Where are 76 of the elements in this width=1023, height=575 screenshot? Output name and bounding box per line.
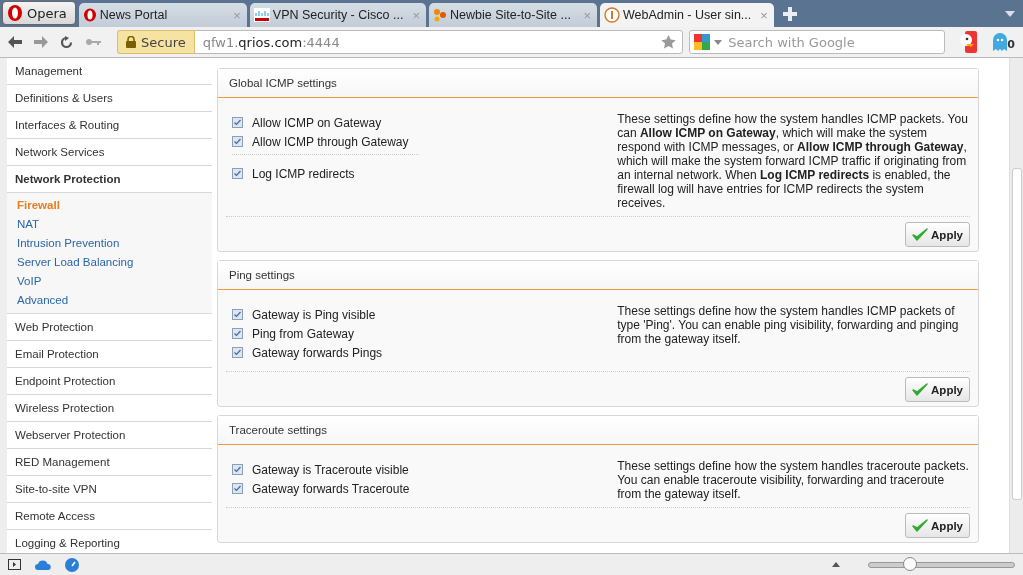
checkbox[interactable]	[232, 328, 243, 339]
checkbox[interactable]	[232, 168, 243, 179]
ghost-extension-icon[interactable]	[993, 33, 1008, 51]
checkbox[interactable]	[232, 136, 243, 147]
speed-dial-icon[interactable]	[65, 557, 79, 572]
browser-tab[interactable]: Newbie Site-to-Site ... ×	[429, 3, 597, 27]
option-label: Gateway forwards Pings	[252, 345, 383, 360]
sidebar-item[interactable]: RED Management	[7, 449, 212, 476]
option-label: Allow ICMP through Gateway	[252, 134, 409, 149]
reload-icon[interactable]	[60, 35, 73, 49]
description-text: These settings define how the system handles ICMP packets of type 'Ping'. You can enable ping visibility, forwarding and pinging from the gateway itself.	[617, 303, 960, 348]
option-label: Ping from Gateway	[252, 326, 355, 341]
option-label: Gateway forwards Traceroute	[252, 481, 410, 496]
browser-tab[interactable]: WebAdmin - User sin... ×	[600, 3, 774, 27]
description-text: These settings define how the system handles traceroute packets. You can enable traceroute visibility, forwarding and traceroute from the gateway itself.	[617, 458, 970, 501]
address-field[interactable]: Secure qfw1.qrios.com:4444	[117, 30, 684, 54]
opera-menu-button[interactable]: Opera	[2, 1, 76, 25]
panel-title: Ping settings	[218, 261, 978, 290]
checkmark-icon	[912, 518, 929, 533]
sidebar-item[interactable]: Site-to-site VPN	[7, 476, 212, 503]
checkbox[interactable]	[232, 464, 243, 475]
checkbox[interactable]	[232, 347, 243, 358]
apply-button[interactable]: Apply	[905, 377, 970, 402]
sidebar-link[interactable]: Advanced	[7, 290, 212, 309]
new-tab-icon[interactable]	[782, 7, 797, 21]
up-arrow-icon[interactable]	[832, 562, 840, 567]
checkbox[interactable]	[232, 309, 243, 320]
sidebar-link[interactable]: NAT	[7, 214, 212, 233]
browser-tab[interactable]: News Portal ×	[78, 3, 247, 27]
dots-icon	[433, 8, 447, 22]
checkmark-icon	[912, 227, 929, 242]
sidebar-item[interactable]: Web Protection	[7, 314, 212, 341]
sidebar-item[interactable]: Definitions & Users	[7, 85, 212, 112]
description-text: These settings define how the system handles ICMP packets. You can Allow ICMP on Gateway, which will make the system respond with ICMP messages, or Allow ICMP through Gateway, which will make the system forward ICMP traffic if originating from an internal network. When Log ICMP redirects is enabled, the firewall log will have entries for ICMP redirects the system receives.	[617, 111, 969, 210]
bookmark-star-icon[interactable]	[661, 35, 677, 49]
option-label: Allow ICMP on Gateway	[252, 115, 382, 130]
apply-button[interactable]: Apply	[905, 222, 970, 247]
sidebar-item[interactable]: Remote Access	[7, 503, 212, 530]
checkmark-icon	[912, 382, 929, 397]
opera-icon	[82, 8, 97, 22]
sidebar-item[interactable]: Email Protection	[7, 341, 212, 368]
apply-button[interactable]: Apply	[905, 513, 970, 538]
sidebar-link[interactable]: Intrusion Prevention	[7, 233, 212, 252]
search-bar[interactable]: Search with Google	[689, 30, 946, 54]
slider-thumb[interactable]	[902, 556, 917, 571]
secure-badge: Secure	[117, 30, 195, 54]
duck-extension-icon[interactable]	[959, 31, 978, 53]
option-label: Gateway is Traceroute visible	[252, 462, 409, 477]
sidebar-item[interactable]: Webserver Protection	[7, 422, 212, 449]
forward-icon[interactable]	[34, 36, 48, 48]
sidebar-item[interactable]: Management	[7, 58, 212, 85]
browser-tab[interactable]: VPN Security - Cisco ... ×	[249, 3, 426, 27]
opera-logo-icon	[7, 4, 23, 22]
lock-icon	[126, 36, 136, 48]
cloud-icon[interactable]	[35, 559, 51, 570]
option-label: Gateway is Ping visible	[252, 307, 376, 322]
key-icon[interactable]	[85, 38, 101, 46]
sidebar-item[interactable]: Endpoint Protection	[7, 368, 212, 395]
sidebar-item[interactable]: Network Services	[7, 139, 212, 166]
extension-count: 0	[1007, 38, 1015, 51]
sidebar-link[interactable]: VoIP	[7, 271, 212, 290]
sidebar-link[interactable]: Server Load Balancing	[7, 252, 212, 271]
back-icon[interactable]	[8, 36, 22, 48]
scrollbar[interactable]	[1009, 58, 1023, 553]
google-icon	[694, 34, 711, 50]
checkbox[interactable]	[232, 483, 243, 494]
option-label: Log ICMP redirects	[252, 166, 355, 181]
panel-title: Traceroute settings	[218, 416, 978, 445]
caret-icon[interactable]	[714, 39, 723, 45]
checkbox[interactable]	[232, 117, 243, 128]
sidebar-item[interactable]: Interfaces & Routing	[7, 112, 212, 139]
dropdown-icon[interactable]	[1005, 11, 1015, 17]
sidebar-item[interactable]: Wireless Protection	[7, 395, 212, 422]
panel-title: Global ICMP settings	[218, 69, 978, 98]
search-field[interactable]: Search with Google	[726, 33, 941, 51]
panel-toggle-icon[interactable]	[8, 559, 21, 570]
